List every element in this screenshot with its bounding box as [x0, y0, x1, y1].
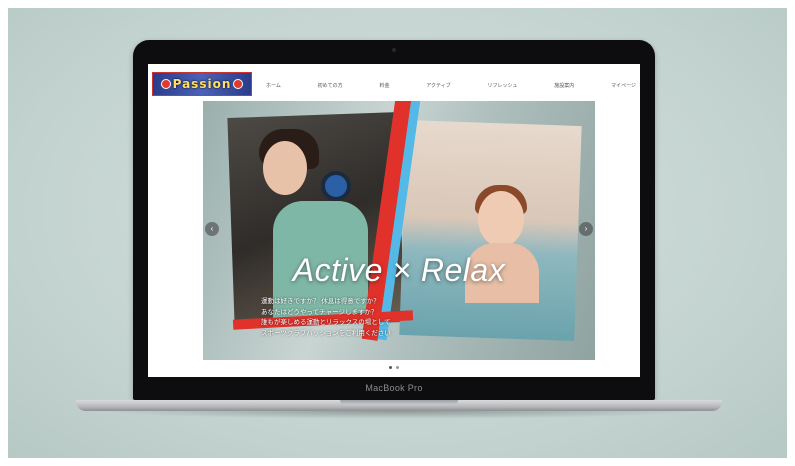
- hero-slider: Active × Relax 運動は好きですか？ 休息は得意ですか？ あなたはど…: [203, 101, 595, 360]
- woman-relaxing-face: [478, 191, 524, 247]
- nav-item-active[interactable]: アクティブ: [426, 82, 450, 89]
- chevron-left-icon[interactable]: ‹: [205, 222, 219, 236]
- nav-item-facilities[interactable]: 施設案内: [554, 82, 574, 89]
- logo-mark-icon: [160, 79, 171, 89]
- hero-copy: 運動は好きですか？ 休息は得意ですか？ あなたはどうやってチャージしますか？ 誰…: [261, 297, 391, 339]
- nav-item-pricing[interactable]: 料金: [379, 82, 389, 89]
- main-nav: ホーム 初めての方 料金 アクティブ リフレッシュ 施設案内 マイページ: [266, 82, 636, 89]
- laptop-screen: Passion ホーム 初めての方 料金 アクティブ リフレッシュ 施設案内 マ…: [148, 64, 640, 377]
- slider-dot[interactable]: [389, 366, 392, 369]
- laptop-base: [76, 400, 722, 411]
- slider-dot[interactable]: [396, 366, 399, 369]
- hero-copy-line: 運動は好きですか？ 休息は得意ですか？: [261, 298, 380, 305]
- laptop-shadow: [96, 411, 702, 419]
- logo-text: Passion: [172, 77, 232, 91]
- device-label: MacBook Pro: [365, 383, 423, 393]
- nav-item-refresh[interactable]: リフレッシュ: [487, 82, 517, 89]
- slider-dots: [148, 366, 640, 369]
- woman-training-face: [263, 141, 307, 195]
- site-logo[interactable]: Passion: [152, 72, 252, 96]
- camera-icon: [392, 48, 396, 52]
- dumbbell-icon: [321, 171, 351, 201]
- hero-title: Active × Relax: [292, 252, 506, 288]
- nav-item-first-time[interactable]: 初めての方: [318, 82, 343, 89]
- hero-copy-line: あなたはどうやってチャージしますか？: [261, 308, 378, 316]
- hero-copy-line: 誰もが楽しめる運動とリラックスの場として: [261, 319, 391, 326]
- nav-item-home[interactable]: ホーム: [266, 82, 281, 89]
- logo-mark-icon: [233, 79, 244, 89]
- chevron-right-icon[interactable]: ›: [579, 222, 593, 236]
- hero-copy-line: スポーツクラブパッションをご利用ください: [261, 329, 391, 337]
- laptop-notch: [340, 400, 458, 405]
- nav-item-my-page[interactable]: マイページ: [611, 82, 636, 89]
- site-header: Passion ホーム 初めての方 料金 アクティブ リフレッシュ 施設案内 マ…: [148, 64, 640, 101]
- laptop-lid: Passion ホーム 初めての方 料金 アクティブ リフレッシュ 施設案内 マ…: [133, 40, 655, 400]
